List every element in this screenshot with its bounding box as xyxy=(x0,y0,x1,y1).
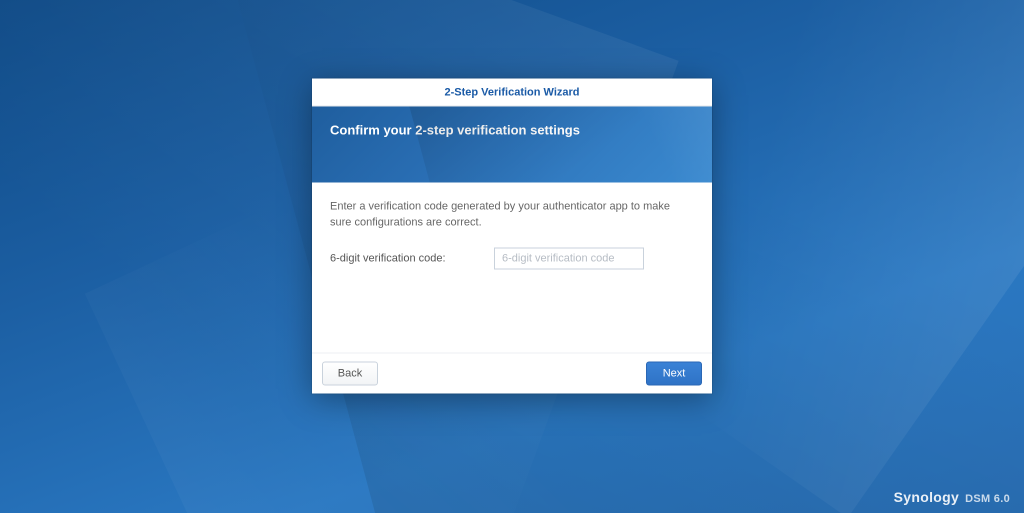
back-button[interactable]: Back xyxy=(322,361,378,385)
instruction-text: Enter a verification code generated by y… xyxy=(330,198,694,231)
two-step-verification-wizard-dialog: 2-Step Verification Wizard Confirm your … xyxy=(312,78,712,393)
brand-product: DSM 6.0 xyxy=(965,493,1010,505)
brand-name: Synology xyxy=(894,489,959,505)
dialog-footer: Back Next xyxy=(312,352,712,393)
dialog-banner: Confirm your 2-step verification setting… xyxy=(312,106,712,182)
verification-code-row: 6-digit verification code: xyxy=(330,247,694,269)
brand-footer: Synology DSM 6.0 xyxy=(894,489,1010,505)
next-button[interactable]: Next xyxy=(646,361,702,385)
dialog-body: Enter a verification code generated by y… xyxy=(312,182,712,352)
dialog-title: 2-Step Verification Wizard xyxy=(312,78,712,106)
verification-code-label: 6-digit verification code: xyxy=(330,252,480,264)
banner-heading: Confirm your 2-step verification setting… xyxy=(312,106,712,137)
verification-code-input[interactable] xyxy=(494,247,644,269)
